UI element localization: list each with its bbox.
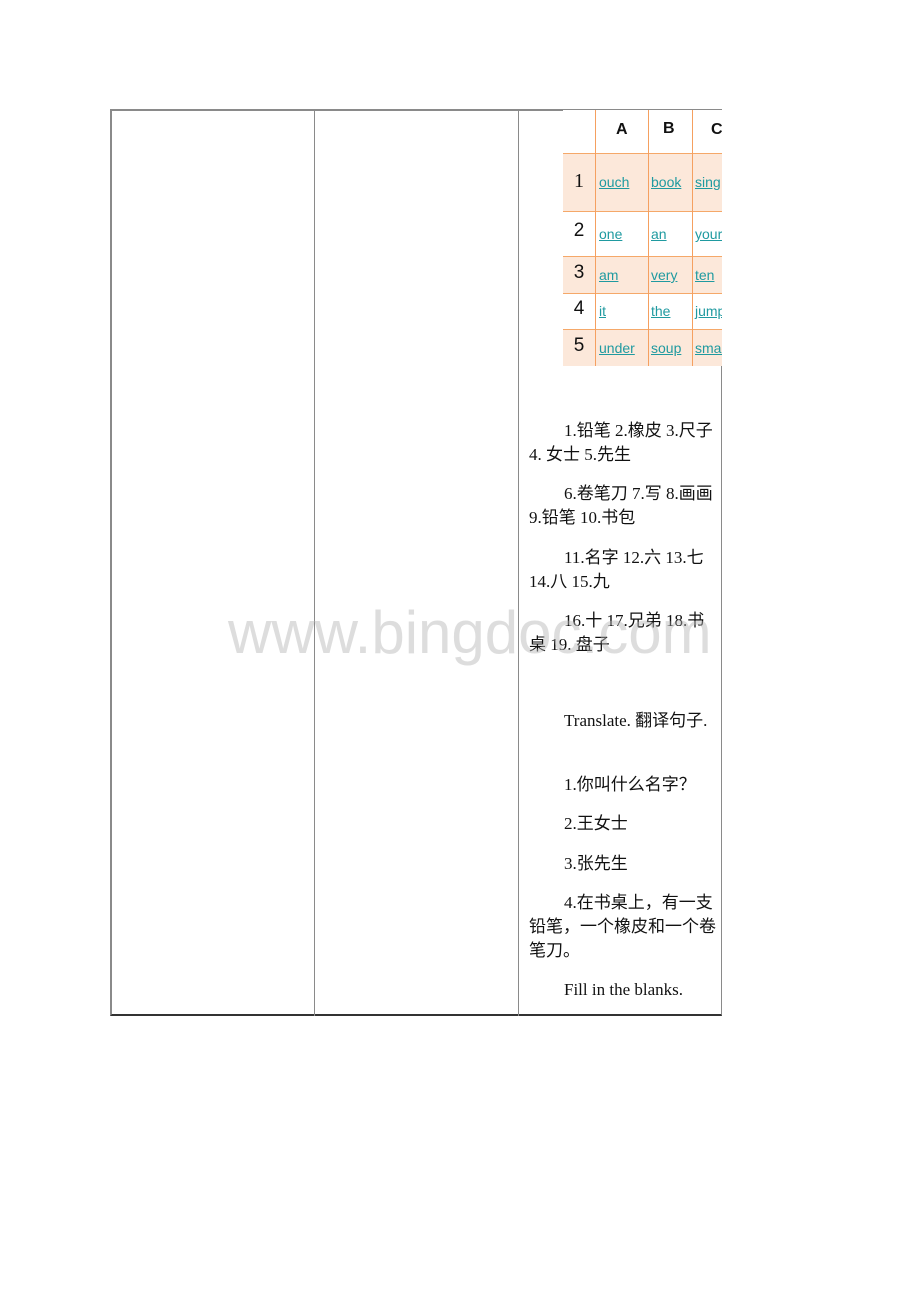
translate-item: 2.王女士 <box>564 814 628 833</box>
translate-heading: Translate. 翻译句子. <box>564 711 708 730</box>
word-link[interactable]: your <box>695 226 722 242</box>
word-link[interactable]: small <box>695 340 722 356</box>
translate-item: 3.张先生 <box>564 854 628 873</box>
word-link[interactable]: an <box>651 226 667 242</box>
word-link[interactable]: one <box>599 226 622 242</box>
grid-row-number: 4 <box>573 298 585 319</box>
grid-line <box>563 153 722 154</box>
word-link[interactable]: am <box>599 267 618 283</box>
column-divider <box>518 109 519 1016</box>
word-grid-image: A B C 1 ouch book sing 2 one an your 3 a… <box>563 110 722 366</box>
grid-column-header: A <box>616 121 628 138</box>
word-link[interactable]: soup <box>651 340 681 356</box>
word-link[interactable]: ten <box>695 267 714 283</box>
word-link[interactable]: the <box>651 303 670 319</box>
vocab-list: 1.铅笔 2.橡皮 3.尺子 4. 女士 5.先生 <box>529 421 713 464</box>
column-divider <box>314 109 315 1016</box>
grid-line <box>563 256 722 257</box>
grid-column-header: B <box>663 120 675 137</box>
grid-line <box>563 329 722 330</box>
translate-item: 1.你叫什么名字？ <box>564 775 696 794</box>
word-link[interactable]: jump <box>695 303 722 319</box>
word-link[interactable]: ouch <box>599 174 629 190</box>
word-link[interactable]: sing <box>695 174 721 190</box>
fill-blanks-heading: Fill in the blanks. <box>564 980 683 999</box>
vocab-list: 6.卷笔刀 7.写 8.画画 9.铅笔 10.书包 <box>529 484 713 527</box>
grid-line <box>692 110 693 366</box>
grid-line <box>595 110 596 366</box>
grid-row-number: 1 <box>574 170 584 192</box>
vocab-list: 16.十 17.兄弟 18.书桌 19. 盘子 <box>529 611 705 654</box>
grid-line <box>648 110 649 366</box>
grid-row-number: 2 <box>573 220 585 241</box>
translate-item: 4.在书桌上，有一支铅笔，一个橡皮和一个卷笔刀。 <box>529 893 716 960</box>
word-link[interactable]: book <box>651 174 681 190</box>
grid-row-number: 5 <box>573 335 585 356</box>
word-link[interactable]: very <box>651 267 677 283</box>
word-link[interactable]: it <box>599 303 606 319</box>
grid-line <box>563 211 722 212</box>
grid-line <box>563 293 722 294</box>
grid-column-header: C <box>711 121 722 138</box>
vocab-list: 11.名字 12.六 13.七 14.八 15.九 <box>529 548 704 591</box>
word-link[interactable]: under <box>599 340 635 356</box>
grid-row-number: 3 <box>573 262 585 283</box>
